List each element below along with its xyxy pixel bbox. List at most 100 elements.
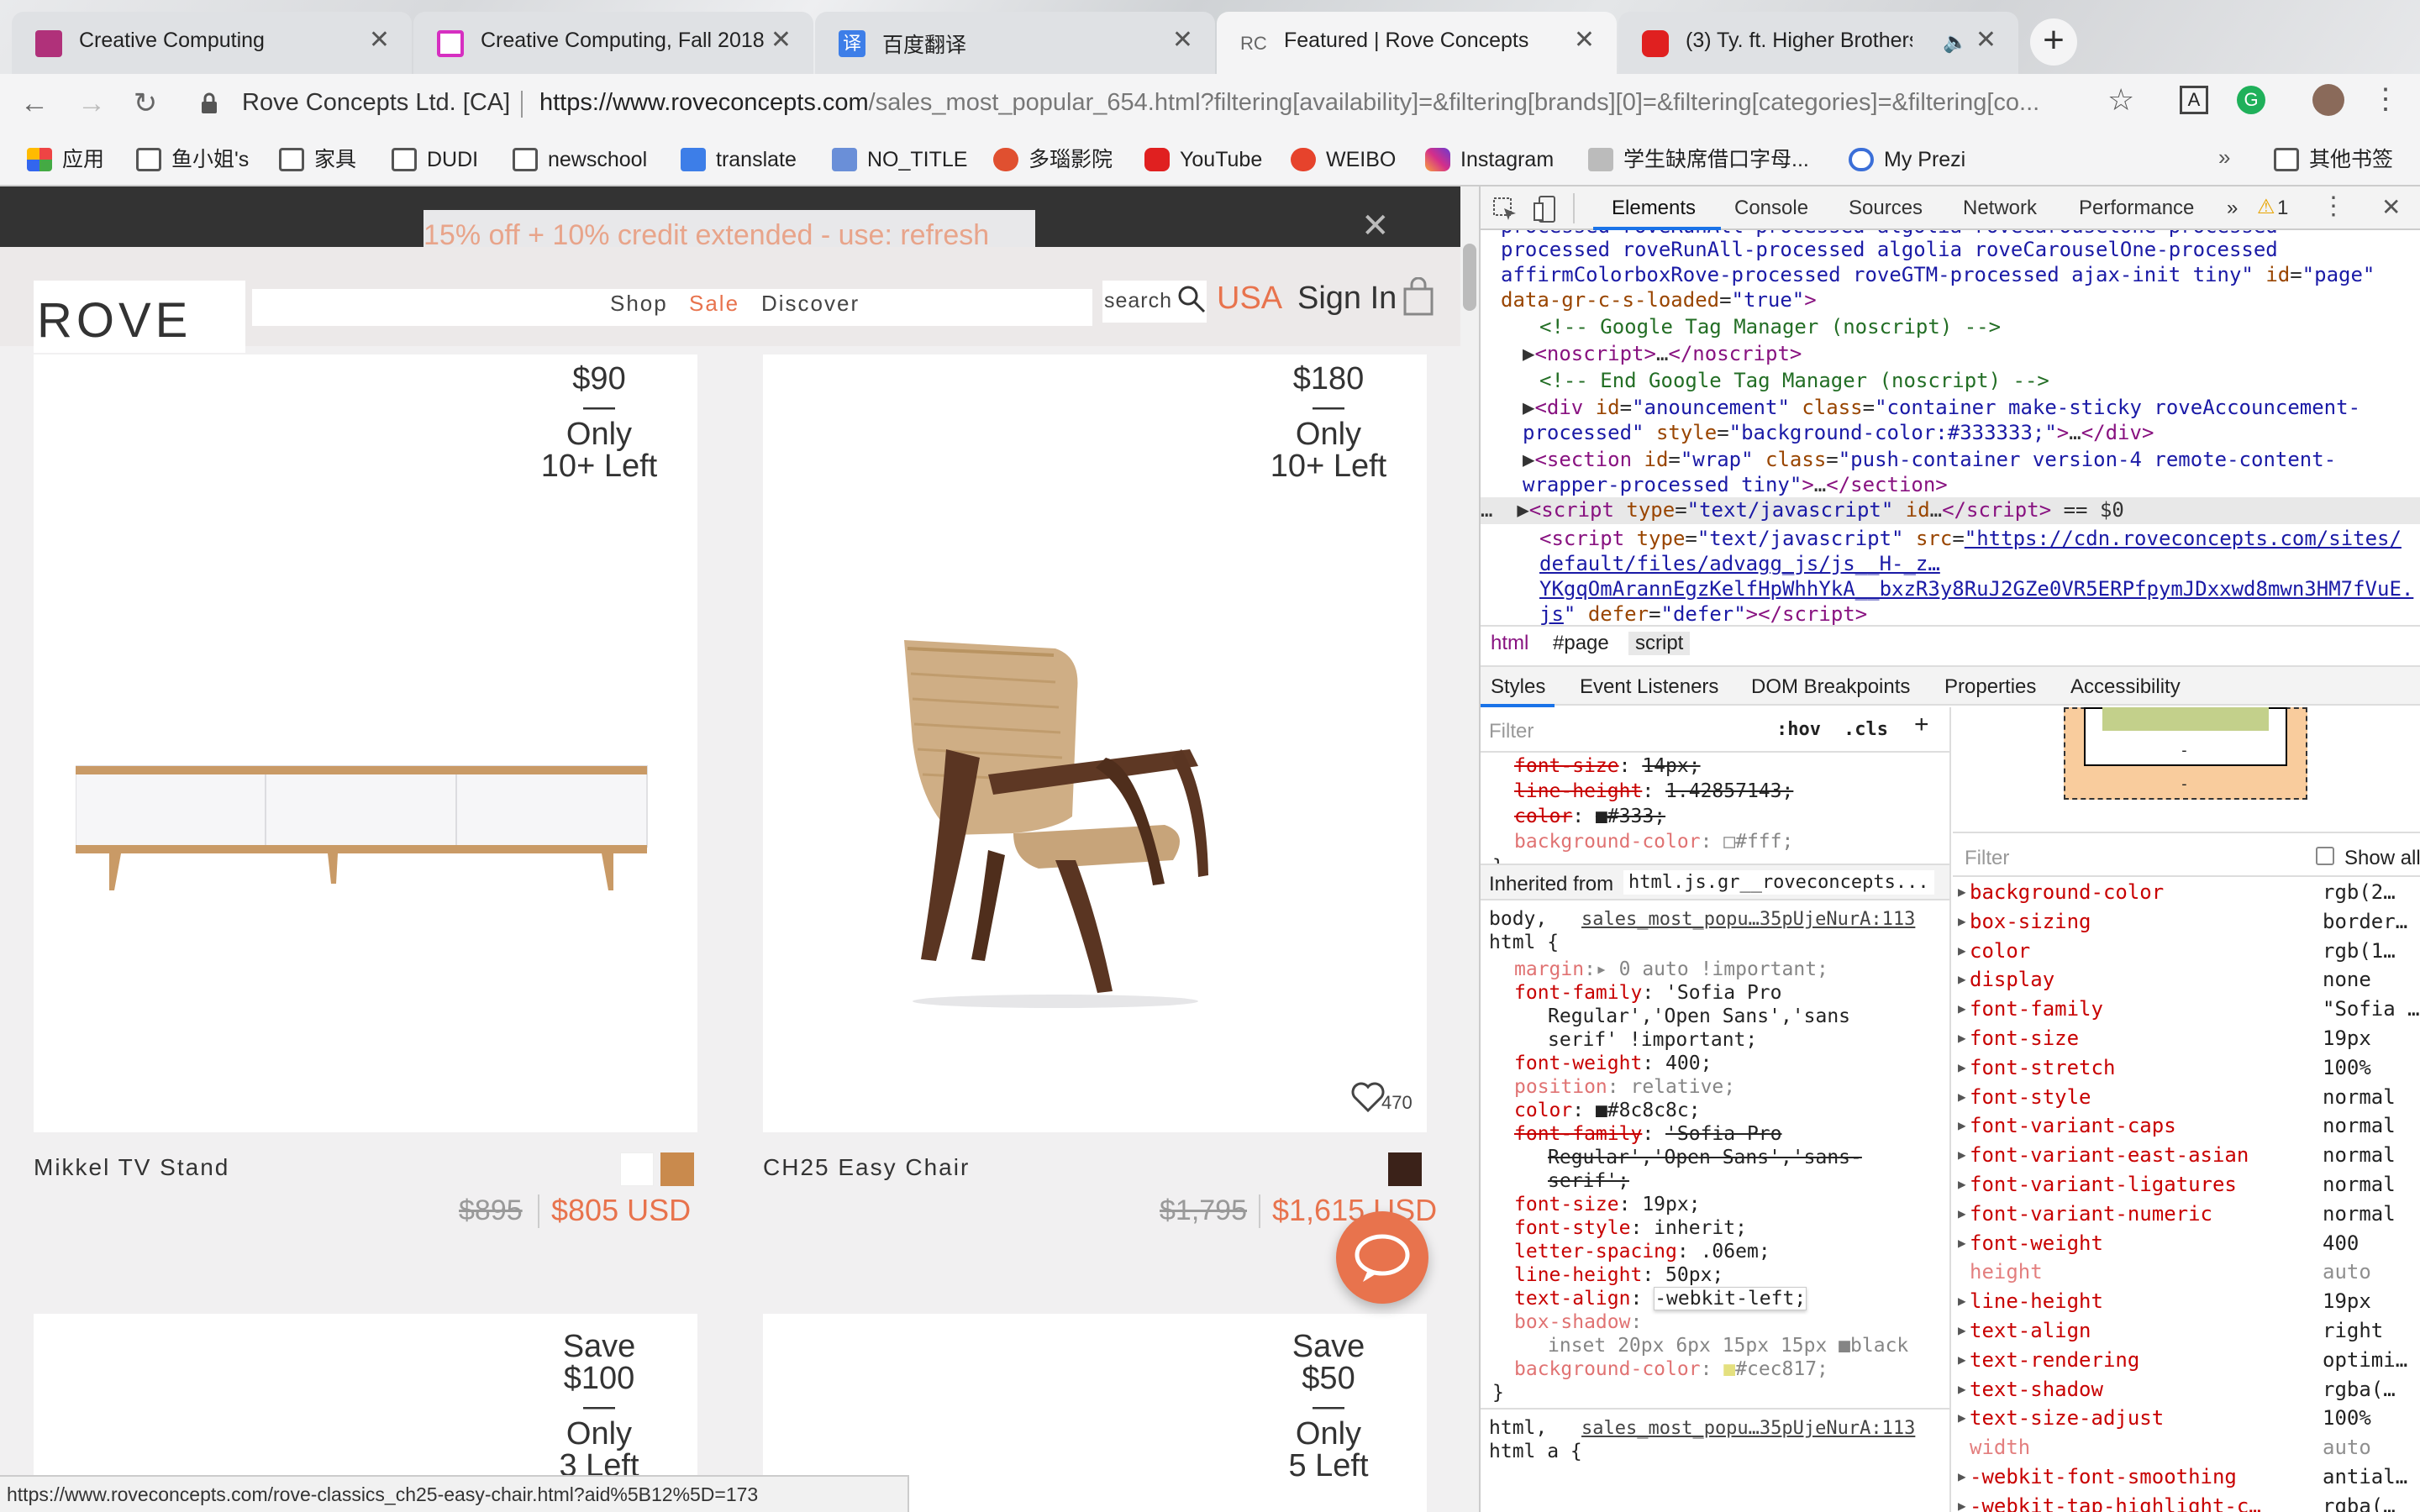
bookmark-folder[interactable]: 鱼小姐's [131, 141, 249, 178]
computed-property-row[interactable]: ▶ text-shadow rgba(… [1953, 1376, 2420, 1403]
computed-property-row[interactable]: ▶ font-variant-numeric normal [1953, 1200, 2420, 1227]
tab-baidu-translate[interactable]: 译 百度翻译 ✕ [815, 12, 1215, 74]
computed-property-row[interactable]: height auto [1953, 1258, 2420, 1285]
computed-property-row[interactable]: ▶ font-variant-east-asian normal [1953, 1142, 2420, 1168]
tab-console[interactable]: Console [1734, 197, 1808, 220]
computed-property-row[interactable]: ▶ font-weight 400 [1953, 1230, 2420, 1257]
show-all-checkbox[interactable] [2316, 847, 2334, 865]
search-input[interactable]: search [1104, 289, 1172, 313]
dom-node[interactable]: ▶<noscript>…</noscript> [1523, 341, 1802, 367]
tab-sources[interactable]: Sources [1849, 197, 1923, 220]
cls-toggle[interactable]: .cls [1844, 717, 1888, 742]
expand-arrow-icon[interactable]: ▶ [1958, 1200, 1966, 1227]
expand-arrow-icon[interactable]: ▶ [1958, 1112, 1966, 1139]
computed-property-row[interactable]: ▶ text-size-adjust 100% [1953, 1404, 2420, 1431]
close-icon[interactable]: ✕ [1574, 25, 1595, 55]
expand-arrow-icon[interactable]: ▶ [1958, 995, 1966, 1022]
reload-icon[interactable]: ↻ [126, 84, 165, 123]
selected-node[interactable]: … ▶<script type="text/javascript" id…</s… [1481, 497, 2420, 524]
expand-arrow-icon[interactable]: ▶ [1958, 879, 1966, 906]
close-icon[interactable]: ✕ [1361, 207, 1390, 245]
chat-button[interactable] [1336, 1211, 1428, 1304]
dom-node[interactable]: ▶<section id="wrap" class="push-containe… [1523, 447, 2336, 473]
product-card-ch25[interactable]: $180 — Only 10+ Left 470 [763, 354, 1427, 1132]
computed-property-row[interactable]: width auto [1953, 1434, 2420, 1461]
inspect-element-icon[interactable] [1492, 197, 1518, 222]
bookmark-apps[interactable]: 应用 [22, 141, 104, 178]
audio-icon[interactable]: 🔈 [1943, 30, 1968, 55]
product-card-mikkel[interactable]: $90 — Only 10+ Left [34, 354, 697, 1132]
url-text[interactable]: https://www.roveconcepts.com/sales_most_… [539, 89, 2136, 117]
close-icon[interactable]: ✕ [1975, 25, 1996, 55]
expand-arrow-icon[interactable]: ▶ [1958, 937, 1966, 964]
nav-shop[interactable]: Shop [610, 291, 668, 317]
computed-property-row[interactable]: ▶ display none [1953, 966, 2420, 993]
bookmark-translate[interactable]: translate [676, 141, 797, 178]
bookmark-folder[interactable]: newschool [508, 141, 647, 178]
device-toolbar-icon[interactable] [1533, 195, 1558, 223]
expand-arrow-icon[interactable]: ▶ [1958, 908, 1966, 935]
hov-toggle[interactable]: :hov [1776, 717, 1821, 742]
bookmark-prezi[interactable]: My Prezi [1844, 141, 1965, 178]
product-name[interactable]: Mikkel TV Stand [34, 1154, 229, 1181]
tab-youtube[interactable]: (3) Ty. ft. Higher Brothers - 🔈 ✕ [1618, 12, 2018, 74]
nav-discover[interactable]: Discover [761, 291, 860, 317]
other-bookmarks[interactable]: 其他书签 [2269, 141, 2393, 178]
bookmark-duonao[interactable]: 多瑙影院 [988, 141, 1113, 178]
close-icon[interactable]: ✕ [369, 25, 390, 55]
styles-filter-input[interactable]: Filter [1489, 719, 1534, 743]
tab-rove-concepts[interactable]: RC Featured | Rove Concepts ✕ [1217, 12, 1617, 74]
computed-property-row[interactable]: ▶ -webkit-font-smoothing antial… [1953, 1463, 2420, 1490]
bookmark-weibo[interactable]: WEIBO [1286, 141, 1396, 178]
bookmark-excuse-letter[interactable]: 学生缺席借口字母... [1583, 141, 1809, 178]
scrollbar-thumb[interactable] [1463, 244, 1476, 311]
expand-arrow-icon[interactable]: ▶ [1958, 1463, 1966, 1490]
bookmark-folder[interactable]: 家具 [274, 141, 356, 178]
dom-node[interactable]: ▶<div id="anouncement" class="container … [1523, 395, 2360, 421]
address-bar[interactable]: Rove Concepts Ltd. [CA] https://www.rove… [183, 81, 2149, 128]
expand-arrow-icon[interactable]: ▶ [1958, 1142, 1966, 1168]
avatar[interactable] [2312, 84, 2344, 116]
sign-in-link[interactable]: Sign In [1297, 281, 1397, 317]
region-selector[interactable]: USA [1217, 281, 1282, 317]
cart-icon[interactable] [1402, 277, 1435, 316]
expand-arrow-icon[interactable]: ▶ [1958, 1084, 1966, 1110]
add-rule-icon[interactable]: + [1914, 712, 1929, 738]
expand-arrow-icon[interactable]: ▶ [1958, 1230, 1966, 1257]
bookmark-instagram[interactable]: Instagram [1420, 141, 1554, 178]
tab-performance[interactable]: Performance [2079, 197, 2194, 220]
tab-creative-computing-fall[interactable]: Creative Computing, Fall 2018 ✕ [413, 12, 813, 74]
rule-source-link[interactable]: sales_most_popu…35pUjeNurA:113 [1581, 907, 1915, 932]
tab-styles[interactable]: Styles [1491, 675, 1545, 699]
dom-line[interactable]: YKgqOmArannEgzKelfHpWhhYkA__bxzR3y8RuJ2G… [1539, 576, 2413, 602]
translate-extension-icon[interactable]: A [2180, 86, 2208, 114]
tab-creative-computing[interactable]: Creative Computing ✕ [12, 12, 412, 74]
expand-arrow-icon[interactable]: ▶ [1958, 1025, 1966, 1052]
expand-arrow-icon[interactable]: ▶ [1958, 1493, 1966, 1512]
computed-property-row[interactable]: ▶ background-color rgb(2… [1953, 879, 2420, 906]
tab-dom-breakpoints[interactable]: DOM Breakpoints [1751, 675, 1910, 699]
computed-property-row[interactable]: ▶ line-height 19px [1953, 1288, 2420, 1315]
computed-property-row[interactable]: ▶ -webkit-tap-highlight-c… rgba(… [1953, 1493, 2420, 1512]
computed-property-row[interactable]: ▶ font-size 19px [1953, 1025, 2420, 1052]
heart-icon[interactable] [1351, 1082, 1385, 1112]
expand-arrow-icon[interactable]: ▶ [1958, 1288, 1966, 1315]
close-icon[interactable]: ✕ [2381, 193, 2401, 221]
bookmark-folder[interactable]: DUDI [387, 141, 478, 178]
tab-overflow[interactable]: » [2227, 197, 2238, 220]
close-icon[interactable]: ✕ [771, 25, 792, 55]
computed-property-row[interactable]: ▶ font-stretch 100% [1953, 1054, 2420, 1081]
computed-property-row[interactable]: ▶ box-sizing border… [1953, 908, 2420, 935]
bookmarks-overflow-icon[interactable]: » [2218, 144, 2230, 171]
tab-elements[interactable]: Elements [1612, 197, 1696, 220]
expand-arrow-icon[interactable]: ▶ [1958, 1317, 1966, 1344]
computed-filter-input[interactable]: Filter [1965, 845, 2009, 872]
menu-icon[interactable]: ⋮ [2371, 82, 2400, 116]
forward-icon[interactable]: → [72, 84, 111, 123]
breadcrumb-script[interactable]: script [1628, 632, 1691, 655]
tab-accessibility[interactable]: Accessibility [2070, 675, 2181, 699]
devtools-menu-icon[interactable]: ⋮ [2321, 192, 2346, 221]
tab-network[interactable]: Network [1963, 197, 2037, 220]
back-icon[interactable]: ← [15, 84, 54, 123]
computed-property-row[interactable]: ▶ color rgb(1… [1953, 937, 2420, 964]
